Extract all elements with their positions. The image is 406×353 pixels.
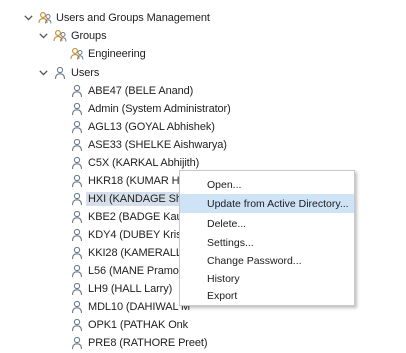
menu-item-export[interactable]: Export	[180, 286, 354, 305]
tree-item-label: AGL13 (GOYAL Abhishek)	[88, 121, 215, 133]
tree-item-user[interactable]: OPK1 (PATHAK Onk	[70, 316, 188, 334]
tree-node-users[interactable]: Users	[53, 64, 99, 82]
tree-item-engineering[interactable]: Engineering	[70, 45, 146, 63]
tree-item-label: ASE33 (SHELKE Aishwarya)	[88, 139, 227, 151]
chevron-down-icon[interactable]	[38, 68, 48, 78]
user-icon	[70, 120, 84, 134]
chevron-down-icon[interactable]	[38, 31, 48, 41]
user-icon	[53, 66, 67, 80]
tree-node-root[interactable]: Users and Groups Management	[38, 9, 210, 27]
user-icon	[70, 228, 84, 242]
tree-item-label: C5X (KARKAL Abhijith)	[88, 157, 200, 169]
user-icon	[70, 84, 84, 98]
tree-item-label: L56 (MANE Pramod)	[88, 265, 189, 277]
tree-item-user[interactable]: KDY4 (DUBEY Krishn	[70, 226, 194, 244]
tree-item-user[interactable]: MDL10 (DAHIWAL M	[70, 298, 190, 316]
user-icon	[70, 336, 84, 350]
tree-item-label: LH9 (HALL Larry)	[88, 283, 173, 295]
user-icon	[70, 300, 84, 314]
tree-item-user[interactable]: KBE2 (BADGE Kaustu	[70, 208, 197, 226]
tree-node-label: Users	[71, 67, 100, 79]
tree-item-user[interactable]: AGL13 (GOYAL Abhishek)	[70, 118, 215, 136]
tree-item-label: OPK1 (PATHAK Onk	[88, 319, 189, 331]
menu-item-open[interactable]: Open...	[180, 175, 354, 194]
tree-item-user[interactable]: ABE47 (BELE Anand)	[70, 82, 193, 100]
tree-node-groups[interactable]: Groups	[53, 27, 107, 45]
user-icon	[70, 318, 84, 332]
tree-item-label: Admin (System Administrator)	[88, 103, 231, 115]
user-icon	[70, 192, 84, 206]
user-icon	[70, 264, 84, 278]
tree-item-label: Engineering	[88, 48, 146, 60]
tree-item-user[interactable]: KKI28 (KAMERALLI K	[70, 244, 195, 262]
user-icon	[70, 174, 84, 188]
menu-item-delete[interactable]: Delete...	[180, 214, 354, 233]
tree-item-user[interactable]: LH9 (HALL Larry)	[70, 280, 172, 298]
tree-item-label: KDY4 (DUBEY Krishn	[88, 229, 194, 241]
menu-item-change-password[interactable]: Change Password...	[180, 251, 354, 270]
tree-item-label: MDL10 (DAHIWAL M	[88, 301, 191, 313]
users-groups-icon	[38, 11, 52, 25]
user-icon	[70, 156, 84, 170]
tree-node-label: Users and Groups Management	[56, 12, 210, 24]
user-icon	[70, 102, 84, 116]
menu-item-update-from-active-directory[interactable]: Update from Active Directory...	[180, 194, 354, 213]
group-icon	[70, 47, 84, 61]
user-icon	[70, 282, 84, 296]
tree-item-user-selected[interactable]: HXI (KANDAGE Shail	[70, 190, 195, 208]
menu-item-settings[interactable]: Settings...	[180, 233, 354, 252]
user-icon	[70, 138, 84, 152]
tree-item-user[interactable]: L56 (MANE Pramod)	[70, 262, 188, 280]
tree-item-label: ABE47 (BELE Anand)	[88, 85, 194, 97]
group-icon	[53, 29, 67, 43]
context-menu: Open... Update from Active Directory... …	[179, 170, 355, 306]
tree-item-user[interactable]: ASE33 (SHELKE Aishwarya)	[70, 136, 227, 154]
user-icon	[70, 210, 84, 224]
tree-item-user[interactable]: PRE8 (RATHORE Preet)	[70, 334, 208, 352]
chevron-down-icon[interactable]	[23, 13, 33, 23]
tree-node-label: Groups	[71, 30, 107, 42]
tree-item-user[interactable]: Admin (System Administrator)	[70, 100, 231, 118]
tree-item-label: PRE8 (RATHORE Preet)	[88, 337, 208, 349]
user-icon	[70, 246, 84, 260]
